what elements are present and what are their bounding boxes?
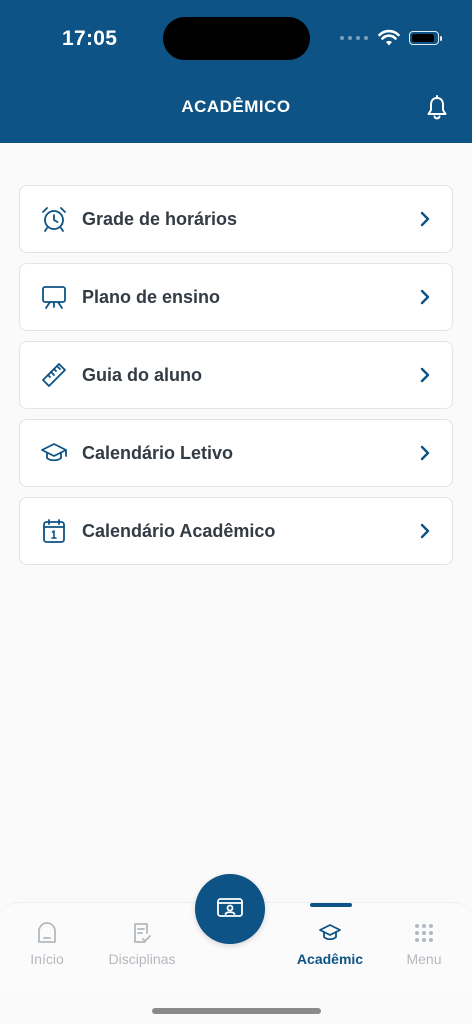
- page-title: ACADÊMICO: [181, 97, 291, 116]
- home-indicator[interactable]: [152, 1008, 321, 1014]
- graduation-cap-icon: [319, 924, 341, 941]
- academic-menu-list: Grade de horários Plano de ensino Guia d…: [19, 185, 453, 575]
- nav-tab-disciplinas[interactable]: Disciplinas: [95, 903, 189, 983]
- menu-item-label: Calendário Acadêmico: [82, 520, 276, 541]
- graduation-cap-icon: [40, 439, 68, 467]
- menu-item-label: Calendário Letivo: [82, 442, 234, 463]
- alarm-clock-icon: [40, 205, 68, 233]
- bell-icon[interactable]: [425, 95, 449, 121]
- chevron-right-icon: [420, 523, 430, 539]
- ruler-icon: [40, 361, 68, 389]
- id-card-icon: [217, 898, 243, 917]
- chevron-right-icon: [420, 211, 430, 227]
- menu-item-calendario-academico[interactable]: Calendário Acadêmico: [19, 497, 453, 565]
- nav-tab-academico[interactable]: Acadêmic: [283, 903, 377, 983]
- chevron-right-icon: [420, 367, 430, 383]
- wifi-icon: [378, 29, 400, 46]
- menu-item-label: Guia do aluno: [82, 364, 202, 385]
- grid-dots-icon: [415, 924, 433, 942]
- home-icon: [38, 922, 56, 943]
- nav-tab-label: Acadêmic: [296, 951, 364, 967]
- menu-item-plano-de-ensino[interactable]: Plano de ensino: [19, 263, 453, 331]
- nav-tab-inicio[interactable]: Início: [0, 903, 94, 983]
- nav-tab-label: Disciplinas: [108, 951, 176, 967]
- nav-tab-label: Início: [30, 951, 64, 967]
- app-header: 17:05 ACADÊMICO: [0, 0, 472, 143]
- document-check-icon: [134, 923, 151, 943]
- chevron-right-icon: [420, 289, 430, 305]
- menu-item-label: Grade de horários: [82, 208, 238, 229]
- chevron-right-icon: [420, 445, 430, 461]
- dynamic-island: [163, 17, 310, 60]
- menu-item-grade-de-horarios[interactable]: Grade de horários: [19, 185, 453, 253]
- menu-item-calendario-letivo[interactable]: Calendário Letivo: [19, 419, 453, 487]
- battery-icon: [409, 31, 442, 45]
- screen: 17:05 ACADÊMICO Grade de horários Plano …: [0, 0, 472, 1024]
- calendar-icon: [40, 517, 68, 545]
- presentation-board-icon: [40, 283, 68, 311]
- nav-tab-menu[interactable]: Menu: [377, 903, 471, 983]
- student-id-button[interactable]: [195, 874, 265, 944]
- menu-item-label: Plano de ensino: [82, 286, 221, 307]
- status-indicators: [340, 28, 442, 48]
- status-time: 17:05: [62, 27, 118, 50]
- menu-item-guia-do-aluno[interactable]: Guia do aluno: [19, 341, 453, 409]
- cellular-signal-icon: [340, 36, 368, 40]
- nav-tab-label: Menu: [406, 951, 442, 967]
